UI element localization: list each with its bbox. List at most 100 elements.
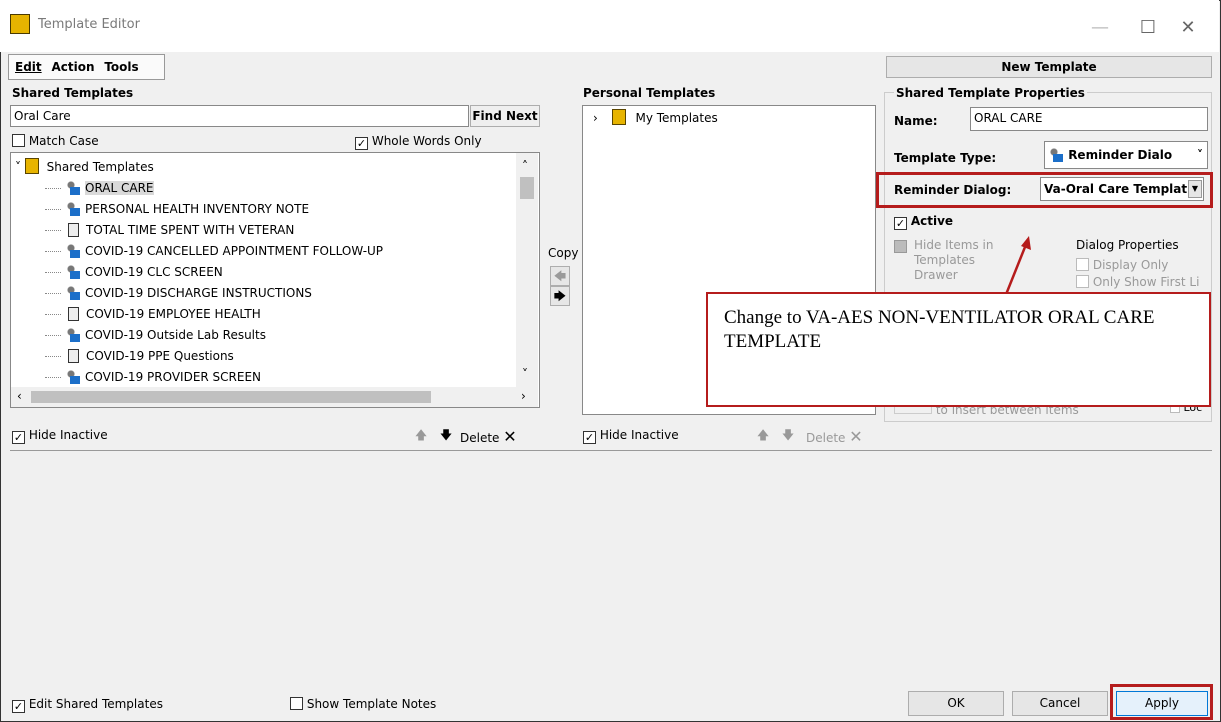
tree-item[interactable]: PERSONAL HEALTH INVENTORY NOTE <box>65 199 309 220</box>
tree-item[interactable]: COVID-19 CLC SCREEN <box>65 262 223 283</box>
tree-connector <box>45 209 61 210</box>
tree-item-label: ORAL CARE <box>85 181 154 195</box>
match-case-box[interactable] <box>12 134 25 147</box>
tree-item-label: PERSONAL HEALTH INVENTORY NOTE <box>85 202 310 216</box>
tree-item[interactable]: COVID-19 EMPLOYEE HEALTH <box>65 304 261 325</box>
tree-connector <box>45 335 61 336</box>
expand-chevron-icon[interactable]: › <box>593 111 598 125</box>
scroll-left-icon[interactable]: ‹ <box>17 389 22 403</box>
delete-x-icon: ✕ <box>503 427 517 446</box>
reminder-dialog-icon <box>65 200 81 216</box>
annotation-text: Change to VA-AES NON-VENTILATOR ORAL CAR… <box>724 307 1155 352</box>
copy-right-arrow-icon[interactable]: 🡆 <box>550 286 570 306</box>
annotation-box: Change to VA-AES NON-VENTILATOR ORAL CAR… <box>706 292 1211 407</box>
show-notes-label: Show Template Notes <box>306 697 437 711</box>
tree-item[interactable]: COVID-19 CANCELLED APPOINTMENT FOLLOW-UP <box>65 241 383 262</box>
new-template-button[interactable]: New Template <box>886 56 1212 78</box>
display-only-label: Display Only <box>1092 258 1169 272</box>
tree-item[interactable]: COVID-19 PROVIDER SCREEN <box>65 367 261 388</box>
match-case-checkbox[interactable]: Match Case <box>12 134 99 148</box>
maximize-button[interactable]: ☐ <box>1128 10 1168 46</box>
reminder-dialog-icon <box>65 284 81 300</box>
horizontal-scrollbar[interactable]: ‹ › <box>11 387 538 407</box>
tree-root-personal[interactable]: › My Templates <box>593 108 718 129</box>
personal-delete-button[interactable]: Delete ✕ <box>806 427 863 446</box>
name-field[interactable]: ORAL CARE <box>970 107 1208 131</box>
apply-button[interactable]: Apply <box>1116 691 1208 716</box>
personal-move-up-icon[interactable]: 🡅 <box>755 427 771 443</box>
show-notes-checkbox[interactable]: Show Template Notes <box>290 697 436 711</box>
tree-item[interactable]: ORAL CARE <box>65 178 154 199</box>
folder-icon <box>24 158 39 174</box>
scroll-down-icon[interactable]: ˅ <box>522 367 528 381</box>
cancel-button[interactable]: Cancel <box>1012 691 1108 716</box>
dropdown-arrow-icon[interactable]: ▼ <box>1188 180 1202 198</box>
personal-move-down-icon[interactable]: 🡇 <box>780 427 796 443</box>
scroll-right-icon[interactable]: › <box>521 389 526 403</box>
move-up-arrow-icon[interactable]: 🡅 <box>413 427 429 443</box>
tree-item[interactable]: COVID-19 PPE Questions <box>65 346 234 367</box>
reminder-dialog-icon <box>1048 146 1064 162</box>
my-templates-label: My Templates <box>635 111 718 125</box>
display-only-box[interactable] <box>1076 258 1089 271</box>
shared-templates-tree[interactable]: ˅ Shared Templates ˄ ˅ ‹ › ORAL CARE PERS… <box>10 152 540 408</box>
show-notes-box[interactable] <box>290 697 303 710</box>
shared-delete-button[interactable]: Delete ✕ <box>460 427 517 446</box>
move-down-arrow-icon[interactable]: 🡇 <box>438 427 454 443</box>
tree-item[interactable]: TOTAL TIME SPENT WITH VETERAN <box>65 220 294 241</box>
tree-item-label: COVID-19 CANCELLED APPOINTMENT FOLLOW-UP <box>85 244 384 258</box>
search-input[interactable]: Oral Care <box>10 105 469 127</box>
tree-connector <box>45 293 61 294</box>
only-show-first-box[interactable] <box>1076 275 1089 288</box>
active-box[interactable]: ✓ <box>894 217 907 230</box>
collapse-chevron-icon[interactable]: ˅ <box>15 160 21 174</box>
document-icon <box>68 349 79 363</box>
template-type-select[interactable]: Reminder Dialo ˅ <box>1044 141 1208 169</box>
copy-label: Copy <box>548 246 579 260</box>
active-checkbox[interactable]: ✓ Active <box>894 214 953 230</box>
reminder-dialog-label: Reminder Dialog: <box>894 183 1012 197</box>
tree-item[interactable]: COVID-19 DISCHARGE INSTRUCTIONS <box>65 283 312 304</box>
minimize-button[interactable]: — <box>1080 10 1120 46</box>
reminder-dialog-icon <box>65 242 81 258</box>
vertical-scrollbar[interactable]: ˄ ˅ <box>516 153 538 387</box>
edit-shared-box[interactable]: ✓ <box>12 700 25 713</box>
hide-items-box[interactable] <box>894 240 907 253</box>
scroll-thumb[interactable] <box>520 177 534 199</box>
menu-action[interactable]: Action <box>51 60 94 74</box>
tree-item-label: COVID-19 Outside Lab Results <box>85 328 266 342</box>
shared-hide-inactive-checkbox[interactable]: ✓ Hide Inactive <box>12 428 108 444</box>
tree-connector <box>45 230 61 231</box>
edit-shared-checkbox[interactable]: ✓ Edit Shared Templates <box>12 697 163 713</box>
scroll-h-thumb[interactable] <box>31 391 431 403</box>
shared-hide-inactive-box[interactable]: ✓ <box>12 431 25 444</box>
scroll-up-icon[interactable]: ˄ <box>522 159 528 173</box>
tree-connector <box>45 272 61 273</box>
chevron-down-icon: ˅ <box>1197 148 1203 162</box>
whole-words-label: Whole Words Only <box>371 134 482 148</box>
ok-button[interactable]: OK <box>908 691 1004 716</box>
only-show-first-checkbox[interactable]: Only Show First Li <box>1076 275 1206 289</box>
menu-tools[interactable]: Tools <box>104 60 138 74</box>
tree-root-shared[interactable]: ˅ Shared Templates <box>15 157 154 178</box>
whole-words-checkbox[interactable]: ✓ Whole Words Only <box>355 134 482 150</box>
personal-hide-inactive-box[interactable]: ✓ <box>583 431 596 444</box>
document-icon <box>68 307 79 321</box>
menu-edit[interactable]: Edit <box>15 60 42 74</box>
hide-items-checkbox[interactable]: Hide Items in Templates Drawer <box>894 238 994 283</box>
close-button[interactable]: ✕ <box>1168 10 1208 46</box>
shared-templates-heading: Shared Templates <box>12 86 134 100</box>
find-next-button[interactable]: Find Next <box>470 105 540 127</box>
tree-root-label: Shared Templates <box>46 160 154 174</box>
reminder-dialog-icon <box>65 368 81 384</box>
copy-left-arrow-icon[interactable]: 🡄 <box>550 266 570 286</box>
tree-item[interactable]: COVID-19 Outside Lab Results <box>65 325 266 346</box>
display-only-checkbox[interactable]: Display Only <box>1076 258 1168 272</box>
tree-item-label: COVID-19 DISCHARGE INSTRUCTIONS <box>85 286 312 300</box>
reminder-dialog-select[interactable]: Va-Oral Care Templat ▼ <box>1040 177 1204 201</box>
template-notes-area[interactable] <box>10 450 1212 682</box>
personal-hide-inactive-checkbox[interactable]: ✓ Hide Inactive <box>583 428 679 444</box>
window-title: Template Editor <box>38 17 140 32</box>
whole-words-box[interactable]: ✓ <box>355 137 368 150</box>
personal-delete-label: Delete <box>806 431 846 445</box>
